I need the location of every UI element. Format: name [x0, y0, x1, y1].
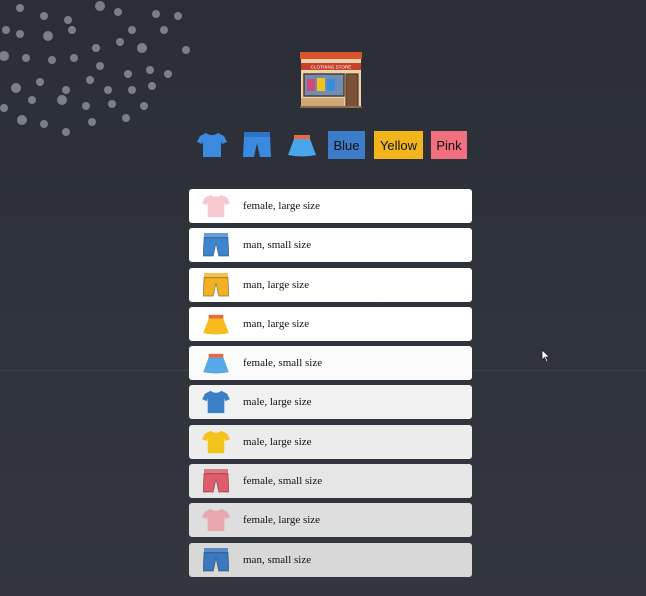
- skirt-icon: [189, 307, 243, 341]
- decorative-dot: [68, 26, 76, 34]
- blue-filter-button[interactable]: Blue: [328, 131, 365, 159]
- divider: [0, 370, 646, 371]
- list-item-label: female, small size: [243, 475, 323, 488]
- pink-filter-button[interactable]: Pink: [431, 131, 467, 159]
- decorative-dot: [22, 54, 30, 62]
- decorative-dot: [160, 26, 168, 34]
- list-item-label: male, large size: [243, 435, 312, 448]
- decorative-dot: [86, 76, 94, 84]
- decorative-dot: [137, 43, 147, 53]
- decorative-dot: [43, 31, 53, 41]
- list-item-label: man, small size: [243, 239, 312, 252]
- tshirt-filter-icon[interactable]: [196, 130, 228, 160]
- shorts-filter-icon[interactable]: [241, 130, 273, 160]
- list-item-label: female, large size: [243, 200, 321, 212]
- decorative-dot: [57, 95, 67, 105]
- list-item[interactable]: male, large size: [189, 424, 472, 459]
- list-item-label: male, large size: [243, 396, 312, 409]
- list-item-label: female, large size: [243, 514, 321, 527]
- list-item[interactable]: female, large size: [189, 189, 472, 223]
- decorative-dot: [108, 100, 116, 108]
- tshirt-icon: [189, 385, 243, 419]
- decorative-dot: [92, 44, 100, 52]
- list-item[interactable]: man, small size: [189, 228, 472, 263]
- decorative-dot: [128, 26, 136, 34]
- clothing-store-icon: CLOTHING STORE: [300, 52, 362, 108]
- list-item[interactable]: man, small size: [189, 542, 472, 577]
- decorative-dot: [16, 30, 24, 38]
- shorts-icon: [189, 268, 243, 302]
- list-item[interactable]: female, large size: [189, 503, 472, 538]
- decorative-dot: [122, 114, 130, 122]
- decorative-dot: [104, 86, 112, 94]
- decorative-dot: [116, 38, 124, 46]
- list-item-label: man, large size: [243, 278, 310, 291]
- list-item[interactable]: man, large size: [189, 306, 472, 341]
- decorative-dot: [95, 1, 105, 11]
- decorative-dot: [2, 26, 10, 34]
- decorative-dot: [182, 46, 190, 54]
- list-item-label: female, small size: [243, 357, 323, 370]
- decorative-dot: [36, 78, 44, 86]
- decorative-dot: [124, 70, 132, 78]
- list-item[interactable]: female, small size: [189, 346, 472, 381]
- store-sign-text: CLOTHING STORE: [311, 65, 352, 70]
- decorative-dot: [40, 120, 48, 128]
- decorative-dot: [17, 115, 27, 125]
- list-item-label: man, large size: [243, 317, 310, 330]
- decorative-dots: [0, 1, 190, 136]
- decorative-dot: [114, 8, 122, 16]
- decorative-dot: [28, 96, 36, 104]
- skirt-filter-icon[interactable]: [286, 130, 318, 160]
- skirt-icon: [189, 346, 243, 380]
- tshirt-icon: [189, 503, 243, 537]
- decorative-dot: [88, 118, 96, 126]
- decorative-dot: [152, 10, 160, 18]
- decorative-dot: [62, 86, 70, 94]
- decorative-dot: [140, 102, 148, 110]
- decorative-dot: [64, 16, 72, 24]
- decorative-dot: [174, 12, 182, 20]
- decorative-dot: [146, 66, 154, 74]
- tshirt-icon: [189, 189, 243, 223]
- decorative-dot: [16, 4, 24, 12]
- decorative-dot: [164, 70, 172, 78]
- list-item[interactable]: man, large size: [189, 267, 472, 302]
- list-item-label: man, small size: [243, 553, 312, 566]
- product-list: female, large size man, small size man, la…: [189, 189, 472, 582]
- list-item[interactable]: male, large size: [189, 385, 472, 420]
- decorative-dot: [62, 128, 70, 136]
- decorative-dot: [96, 62, 104, 70]
- yellow-filter-button[interactable]: Yellow: [374, 131, 423, 159]
- list-item[interactable]: female, small size: [189, 464, 472, 499]
- decorative-dot: [70, 54, 78, 62]
- decorative-dot: [0, 104, 8, 112]
- shorts-icon: [189, 543, 243, 577]
- tshirt-icon: [189, 425, 243, 459]
- decorative-dot: [11, 83, 21, 93]
- decorative-dot: [48, 56, 56, 64]
- shorts-icon: [189, 464, 243, 498]
- shorts-icon: [189, 228, 243, 262]
- decorative-dot: [82, 102, 90, 110]
- decorative-dot: [128, 86, 136, 94]
- decorative-dot: [0, 51, 9, 61]
- mouse-cursor-icon: [541, 349, 551, 363]
- decorative-dot: [40, 12, 48, 20]
- decorative-dot: [148, 82, 156, 90]
